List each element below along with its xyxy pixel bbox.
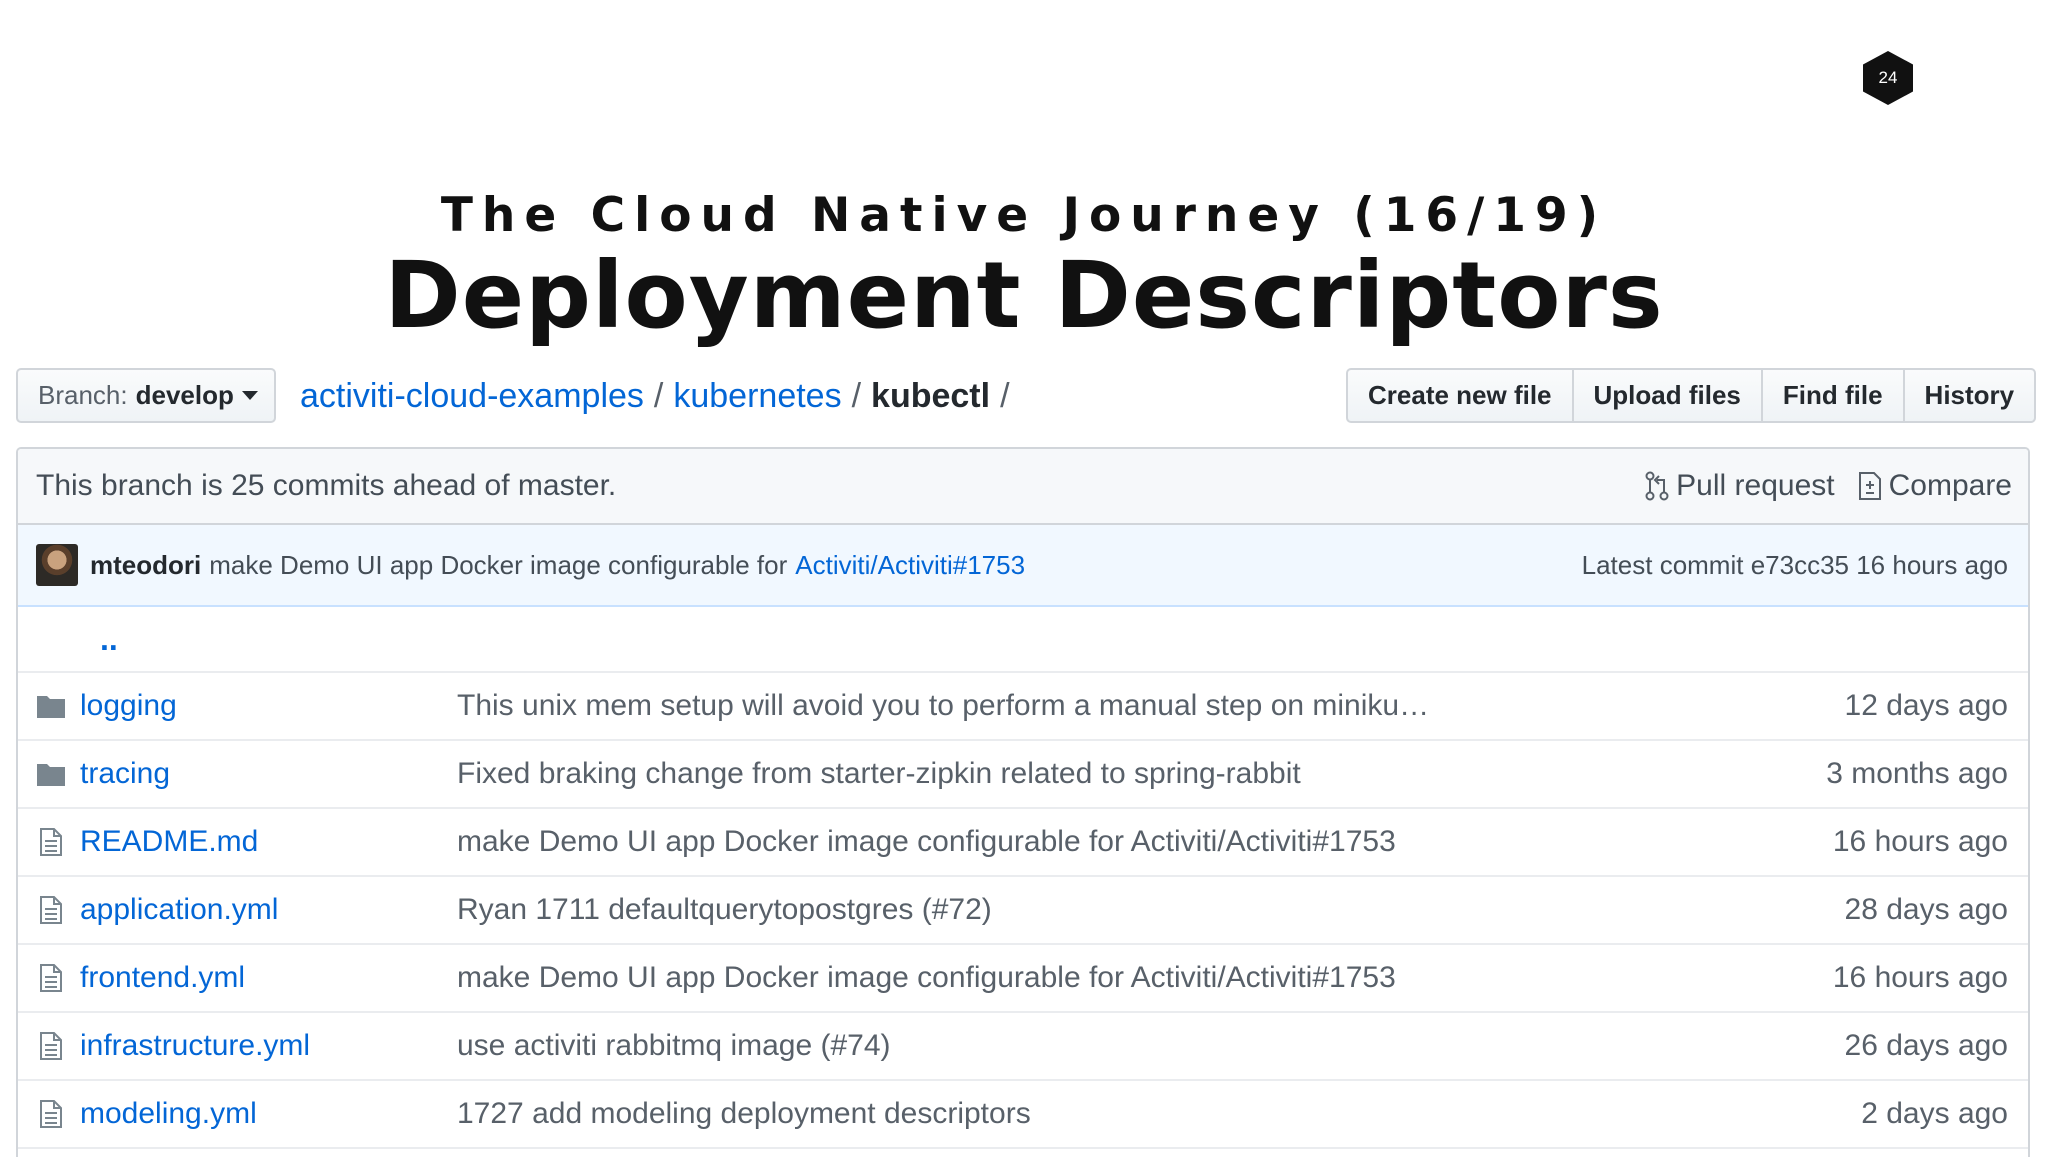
breadcrumb: activiti-cloud-examples / kubernetes / k… xyxy=(300,372,1020,420)
breadcrumb-current: kubectl xyxy=(871,376,991,415)
file-commit-message[interactable]: make Demo UI app Docker image configurab… xyxy=(457,825,1813,859)
pull-request-icon xyxy=(1645,471,1669,501)
file-commit-age: 28 days ago xyxy=(1844,893,2008,926)
file-commit-age: 3 months ago xyxy=(1826,757,2008,790)
page-number-badge: 24 xyxy=(1863,51,1913,105)
file-commit-message[interactable]: 1727 add modeling deployment descriptors xyxy=(457,1097,1841,1131)
file-commit-age: 16 hours ago xyxy=(1832,961,2008,994)
slide-subtitle: The Cloud Native Journey (16/19) xyxy=(440,188,1608,243)
file-row: README.md make Demo UI app Docker image c… xyxy=(18,809,2028,877)
file-row: application.yml Ryan 1711 defaultquerytop… xyxy=(18,877,2028,945)
file-icon xyxy=(36,1029,66,1063)
caret-down-icon xyxy=(241,391,258,400)
file-name-link[interactable]: modeling.yml xyxy=(80,1097,457,1131)
file-row: logging This unix mem setup will avoid yo… xyxy=(18,673,2028,741)
folder-icon xyxy=(36,689,66,723)
file-commit-message[interactable]: use activiti rabbitmq image (#74) xyxy=(457,1029,1825,1063)
file-actions-group: Create new file Upload files Find file H… xyxy=(1346,368,2037,423)
file-row: infrastructure.yml use activiti rabbitmq … xyxy=(18,1013,2028,1081)
file-name-link[interactable]: tracing xyxy=(80,757,457,791)
file-icon xyxy=(36,825,66,859)
file-icon xyxy=(36,893,66,927)
file-name-link[interactable]: application.yml xyxy=(80,893,457,927)
file-name-link[interactable]: README.md xyxy=(80,825,457,859)
pull-request-link[interactable]: Pull request xyxy=(1644,469,1835,503)
breadcrumb-repo-link[interactable]: activiti-cloud-examples xyxy=(300,377,644,416)
breadcrumb-folder-link[interactable]: kubernetes xyxy=(673,377,841,416)
folder-icon xyxy=(36,757,66,791)
file-commit-message[interactable]: Fixed braking change from starter-zipkin… xyxy=(457,757,1806,791)
file-browser: This branch is 25 commits ahead of maste… xyxy=(16,447,2030,1157)
file-row: frontend.yml make Demo UI app Docker imag… xyxy=(18,945,2028,1013)
file-name-link[interactable]: logging xyxy=(80,689,457,723)
branch-info-bar: This branch is 25 commits ahead of maste… xyxy=(18,449,2028,525)
parent-directory-link[interactable]: .. xyxy=(18,607,2028,673)
latest-commit-bar: mteodori make Demo UI app Docker image c… xyxy=(18,525,2028,607)
commit-message[interactable]: make Demo UI app Docker image configurab… xyxy=(209,550,787,581)
file-row: modeling.yml 1727 add modeling deployment… xyxy=(18,1081,2028,1149)
file-commit-age: 2 days ago xyxy=(1861,1097,2008,1130)
file-commit-message[interactable]: Ryan 1711 defaultquerytopostgres (#72) xyxy=(457,893,1825,927)
file-row: tracing Fixed braking change from starter… xyxy=(18,741,2028,809)
slide-title: Deployment Descriptors xyxy=(384,242,1664,349)
latest-commit-meta[interactable]: Latest commit e73cc35 16 hours ago xyxy=(1582,550,2008,581)
file-commit-age: 16 hours ago xyxy=(1832,825,2008,858)
file-commit-message[interactable]: This unix mem setup will avoid you to pe… xyxy=(457,689,1825,723)
compare-label: Compare xyxy=(1888,469,2012,502)
file-commit-age: 12 days ago xyxy=(1844,689,2008,722)
file-commit-message[interactable]: make Demo UI app Docker image configurab… xyxy=(457,961,1813,995)
upload-files-button[interactable]: Upload files xyxy=(1571,368,1763,423)
create-new-file-button[interactable]: Create new file xyxy=(1346,368,1574,423)
breadcrumb-separator: / xyxy=(653,376,664,415)
branch-label: Branch: xyxy=(38,380,128,410)
commit-issue-link[interactable]: Activiti/Activiti#1753 xyxy=(795,550,1025,581)
breadcrumb-separator: / xyxy=(1000,376,1010,415)
file-list: logging This unix mem setup will avoid yo… xyxy=(18,673,2028,1149)
avatar[interactable] xyxy=(36,544,78,586)
file-commit-age: 26 days ago xyxy=(1844,1029,2008,1062)
history-button[interactable]: History xyxy=(1902,368,2037,423)
find-file-button[interactable]: Find file xyxy=(1760,368,1905,423)
file-name-link[interactable]: infrastructure.yml xyxy=(80,1029,457,1063)
branch-selector-button[interactable]: Branch: develop xyxy=(16,368,276,423)
file-icon xyxy=(36,1097,66,1131)
file-name-link[interactable]: frontend.yml xyxy=(80,961,457,995)
branch-status-text: This branch is 25 commits ahead of maste… xyxy=(36,469,617,502)
file-icon xyxy=(36,961,66,995)
branch-name: develop xyxy=(135,380,234,410)
commit-author[interactable]: mteodori xyxy=(90,550,201,581)
compare-link[interactable]: Compare xyxy=(1857,469,2012,503)
breadcrumb-separator: / xyxy=(851,376,862,415)
compare-icon xyxy=(1858,472,1881,500)
pull-request-label: Pull request xyxy=(1676,469,1835,502)
